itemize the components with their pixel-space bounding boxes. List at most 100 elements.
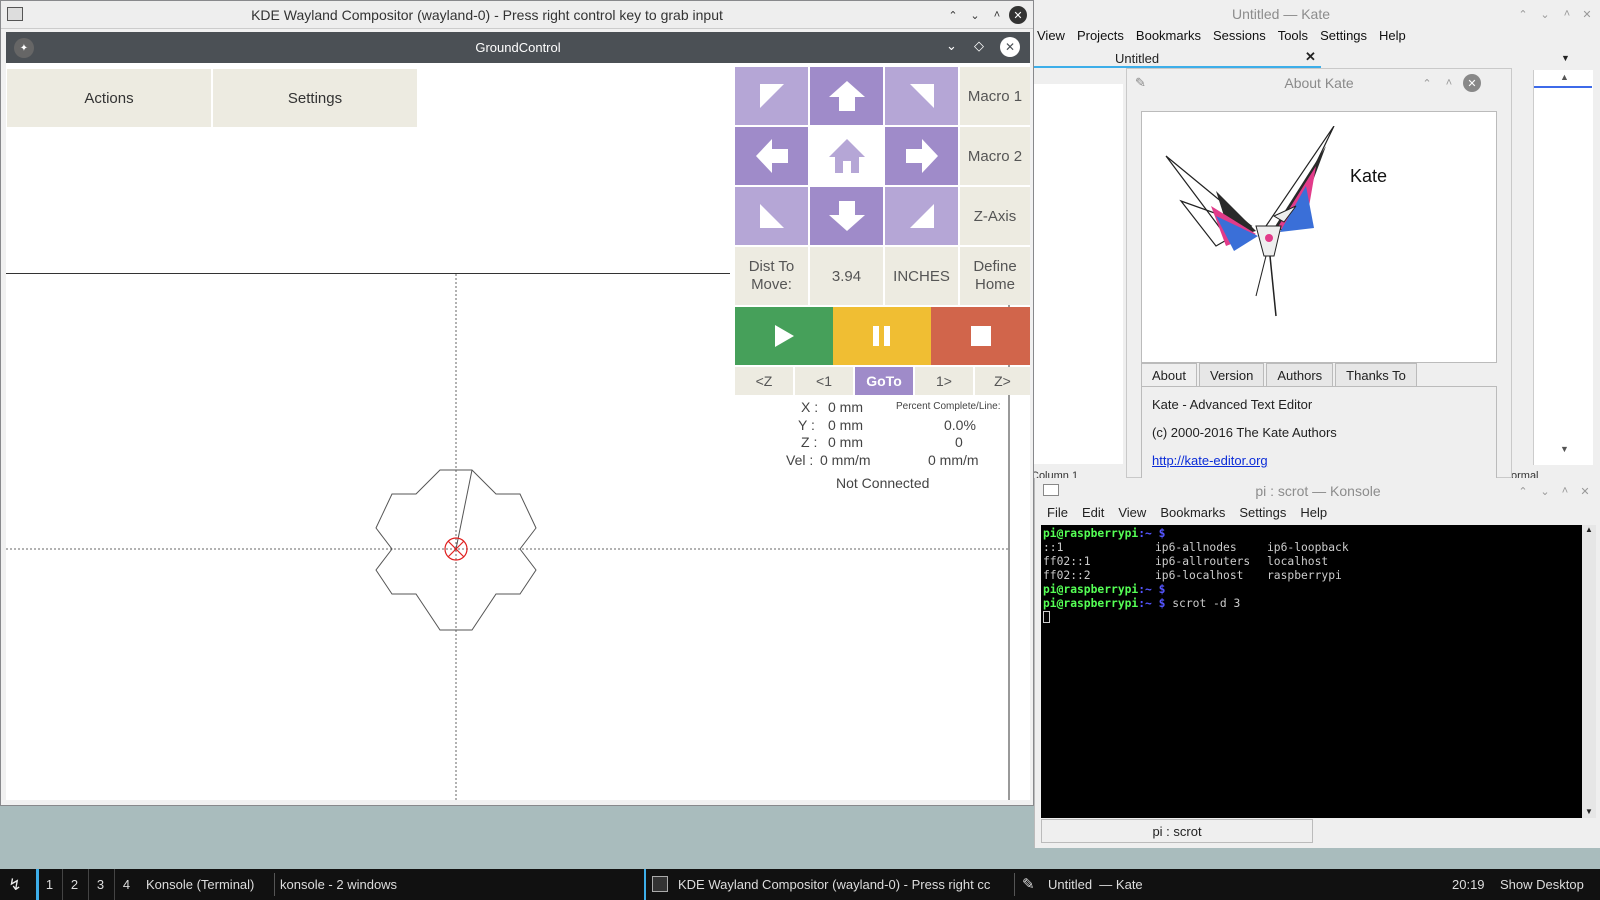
minimize-icon[interactable]: ⌄ xyxy=(1537,483,1553,499)
zaxis-button[interactable]: Z-Axis xyxy=(960,187,1030,245)
macro2-button[interactable]: Macro 2 xyxy=(960,127,1030,185)
menu-help[interactable]: Help xyxy=(1300,505,1327,520)
tab-version[interactable]: Version xyxy=(1198,363,1265,387)
position-readout: X : 0 mm Y : 0 mm Z : 0 mm Vel : 0 mm/m … xyxy=(786,399,1016,529)
menu-view[interactable]: View xyxy=(1031,28,1071,46)
task-konsole-windows[interactable]: konsole - 2 windows xyxy=(280,877,397,892)
tab-1-next[interactable]: 1> xyxy=(915,367,973,395)
tab-goto[interactable]: GoTo xyxy=(855,367,913,395)
menu-settings[interactable]: Settings xyxy=(1239,505,1286,520)
tab-about[interactable]: About xyxy=(1141,363,1197,387)
keep-above-icon[interactable]: ⌃ xyxy=(1515,6,1531,22)
units-button[interactable]: INCHES xyxy=(885,247,958,305)
jog-up-button[interactable] xyxy=(810,67,883,125)
application-launcher-icon[interactable]: ↯ xyxy=(4,874,26,896)
play-icon xyxy=(775,325,794,347)
scroll-up-icon[interactable]: ▲ xyxy=(1560,72,1569,82)
maximize-icon[interactable]: ˄ xyxy=(1441,75,1457,91)
x-label: X : xyxy=(801,399,819,415)
task-konsole-terminal[interactable]: Konsole (Terminal) xyxy=(146,877,254,892)
minimize-icon[interactable]: ⌄ xyxy=(967,7,983,23)
menu-bookmarks[interactable]: Bookmarks xyxy=(1160,505,1225,520)
dist-to-move-label: Dist To Move: xyxy=(735,247,808,305)
settings-button-label: Settings xyxy=(287,89,343,107)
keep-above-icon[interactable]: ⌃ xyxy=(1515,483,1531,499)
task-kate[interactable]: Untitled — Kate xyxy=(1048,877,1143,892)
kate-editor-area[interactable] xyxy=(1031,84,1123,464)
show-desktop-button[interactable]: Show Desktop xyxy=(1500,877,1584,892)
keep-above-icon[interactable]: ⌃ xyxy=(1419,75,1435,91)
kate-doc-tab[interactable]: Untitled ✕ xyxy=(1031,48,1321,68)
about-link[interactable]: http://kate-editor.org xyxy=(1152,453,1268,468)
macro1-label: Macro 1 xyxy=(967,87,1023,105)
menu-sessions[interactable]: Sessions xyxy=(1207,28,1272,46)
scroll-down-icon[interactable]: ▼ xyxy=(1585,807,1593,816)
jog-right-button[interactable] xyxy=(885,127,958,185)
tab-thanks[interactable]: Thanks To xyxy=(1335,363,1417,387)
home-button[interactable] xyxy=(810,127,883,185)
menu-bookmarks[interactable]: Bookmarks xyxy=(1130,28,1207,46)
menu-file[interactable]: File xyxy=(1047,505,1068,520)
konsole-session-tab[interactable]: pi : scrot xyxy=(1041,819,1313,843)
arrow-down-icon xyxy=(828,201,865,231)
tab-authors[interactable]: Authors xyxy=(1266,363,1334,387)
restore-icon[interactable]: ◇ xyxy=(974,38,984,54)
close-tab-icon[interactable]: ✕ xyxy=(1305,49,1316,65)
terminal-output[interactable]: pi@raspberrypi:~ $ ::1 ip6-allnodes ip6-lo… xyxy=(1041,525,1582,818)
jog-up-right-button[interactable] xyxy=(885,67,958,125)
jog-down-left-button[interactable] xyxy=(735,187,808,245)
maximize-icon[interactable]: ˄ xyxy=(1559,6,1575,22)
settings-button[interactable]: Settings xyxy=(213,69,417,127)
jog-up-left-button[interactable] xyxy=(735,67,808,125)
tab-thanks-label: Thanks To xyxy=(1346,367,1406,383)
menu-help[interactable]: Help xyxy=(1373,28,1412,46)
tab-1-prev[interactable]: <1 xyxy=(795,367,853,395)
close-icon[interactable]: ✕ xyxy=(1463,74,1481,92)
tab-z-next[interactable]: Z> xyxy=(975,367,1030,395)
kate-minimap[interactable]: ▲ ▼ xyxy=(1533,70,1593,465)
keep-above-icon[interactable]: ⌃ xyxy=(945,7,961,23)
scroll-up-icon[interactable]: ▲ xyxy=(1585,525,1593,534)
chevron-down-icon[interactable]: ▼ xyxy=(1561,53,1570,63)
stop-button[interactable] xyxy=(931,307,1030,365)
menu-settings[interactable]: Settings xyxy=(1314,28,1373,46)
about-logo-panel: Kate xyxy=(1141,111,1497,363)
close-icon[interactable]: ✕ xyxy=(1577,483,1593,499)
macro1-button[interactable]: Macro 1 xyxy=(960,67,1030,125)
kate-doc-tab-label: Untitled xyxy=(1115,51,1160,66)
menu-edit[interactable]: Edit xyxy=(1082,505,1104,520)
desktop-1[interactable]: 1 xyxy=(36,869,60,900)
jog-down-button[interactable] xyxy=(810,187,883,245)
terminal-cursor xyxy=(1043,611,1580,627)
menu-view[interactable]: View xyxy=(1118,505,1146,520)
kate-menubar: View Projects Bookmarks Sessions Tools S… xyxy=(1031,28,1412,46)
task-wayland-compositor[interactable]: KDE Wayland Compositor (wayland-0) - Pre… xyxy=(678,877,1008,892)
maximize-icon[interactable]: ˄ xyxy=(989,7,1005,23)
menu-tools[interactable]: Tools xyxy=(1272,28,1314,46)
tab-z-prev[interactable]: <Z xyxy=(735,367,793,395)
define-home-button[interactable]: Define Home xyxy=(960,247,1030,305)
close-icon[interactable]: ✕ xyxy=(1009,6,1027,24)
jog-left-button[interactable] xyxy=(735,127,808,185)
stop-icon xyxy=(970,326,991,346)
play-button[interactable] xyxy=(735,307,833,365)
scroll-down-icon[interactable]: ▼ xyxy=(1560,444,1569,454)
dist-value-input[interactable]: 3.94 xyxy=(810,247,883,305)
minimize-icon[interactable]: ⌄ xyxy=(1537,6,1553,22)
desktop-4[interactable]: 4 xyxy=(114,869,138,900)
terminal-scrollbar[interactable]: ▲ ▼ xyxy=(1582,525,1596,818)
pause-button[interactable] xyxy=(833,307,931,365)
maximize-icon[interactable]: ˄ xyxy=(1557,483,1573,499)
desktop-2[interactable]: 2 xyxy=(62,869,86,900)
konsole-session-tab-label: pi : scrot xyxy=(1152,823,1202,839)
arrow-up-icon xyxy=(828,81,865,111)
actions-button[interactable]: Actions xyxy=(7,69,211,127)
jog-down-right-button[interactable] xyxy=(885,187,958,245)
clock[interactable]: 20:19 xyxy=(1452,877,1485,892)
close-icon[interactable]: ✕ xyxy=(1000,37,1020,57)
close-icon[interactable]: ✕ xyxy=(1579,6,1595,22)
menu-projects[interactable]: Projects xyxy=(1071,28,1130,46)
desktop-3[interactable]: 3 xyxy=(88,869,112,900)
minimize-icon[interactable]: ⌄ xyxy=(946,38,957,54)
arrow-right-icon xyxy=(905,139,938,173)
